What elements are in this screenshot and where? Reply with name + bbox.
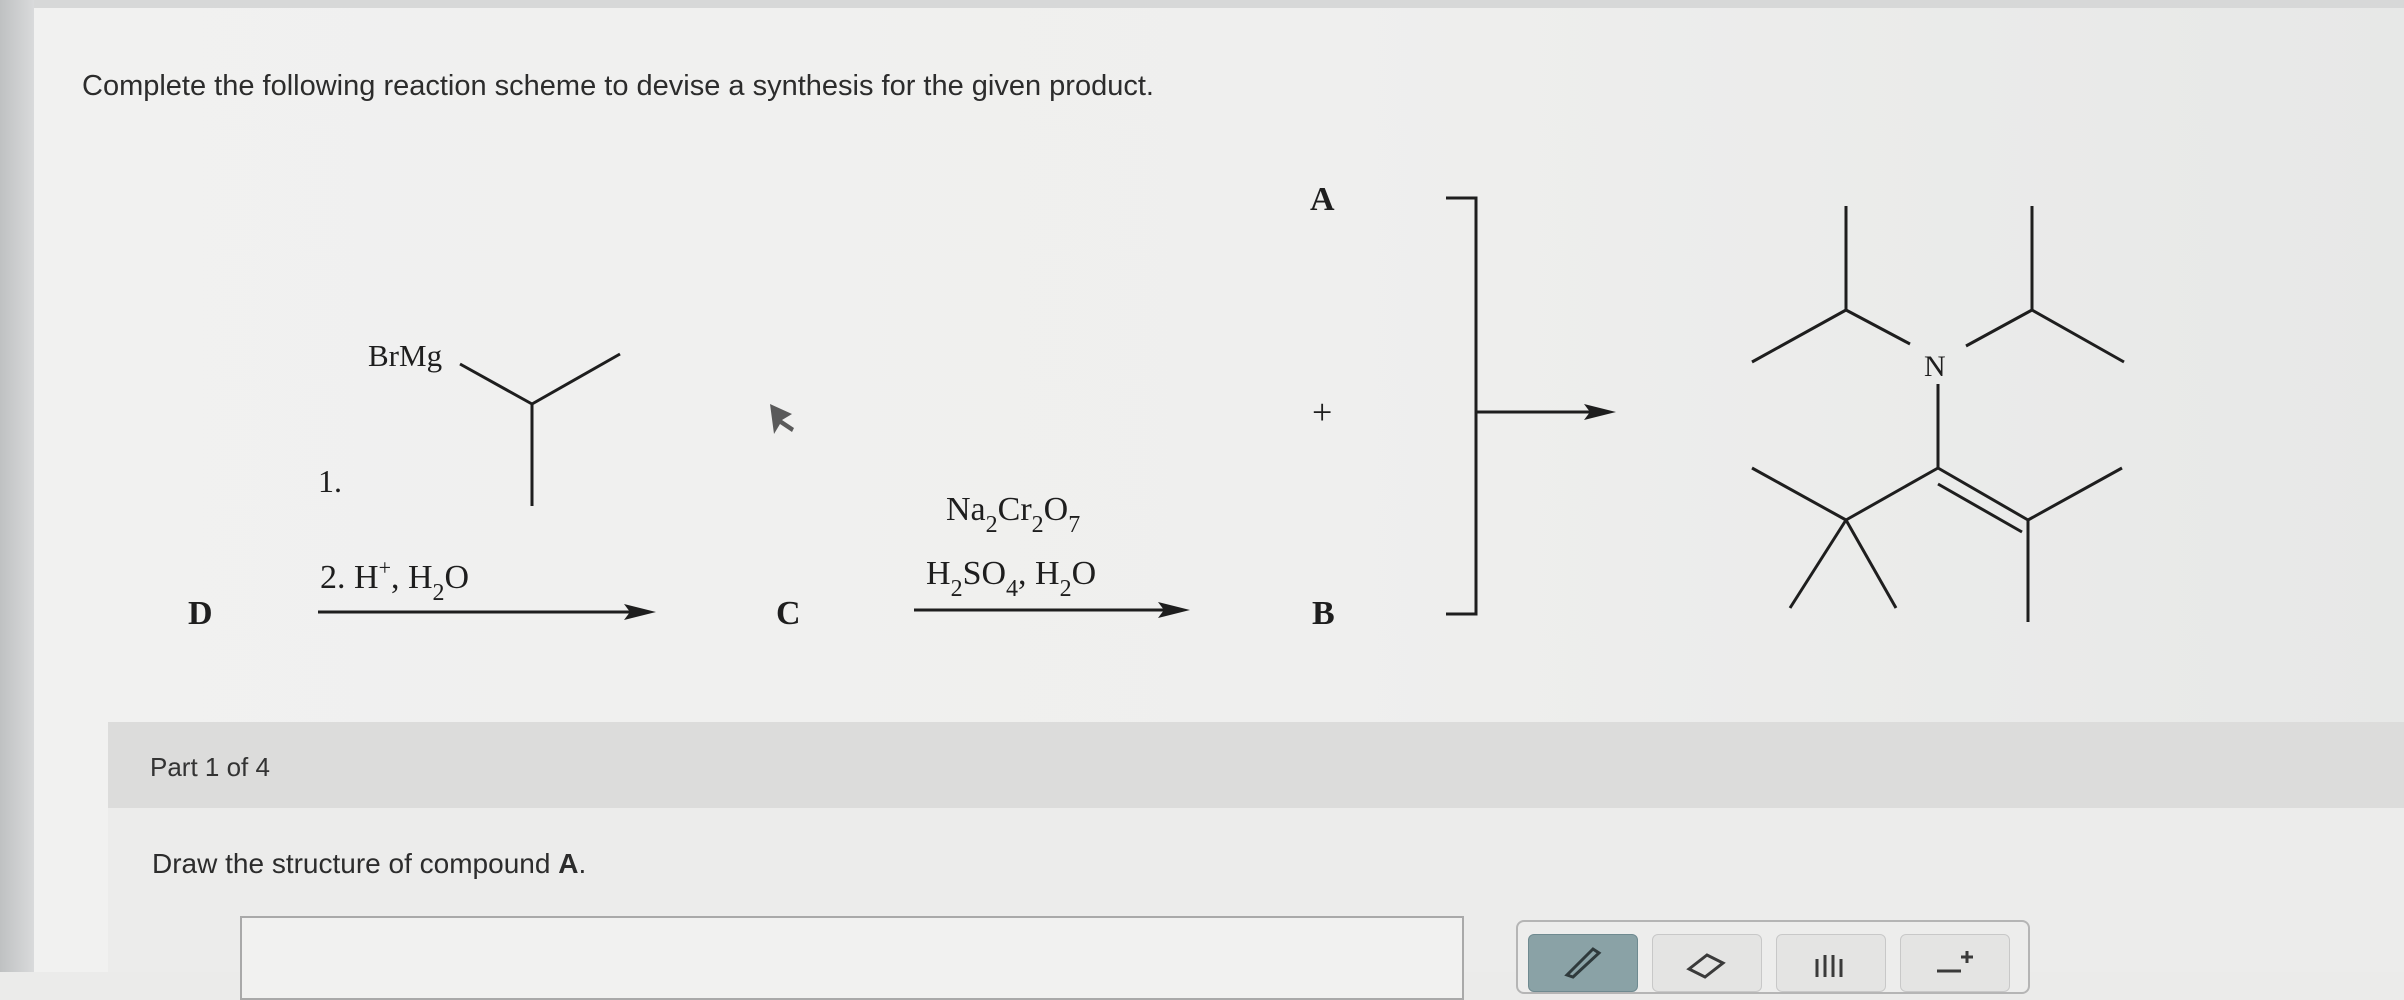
step1-number: 1. [318, 463, 342, 499]
step2-reagent: 2. H+, H2O [320, 555, 469, 606]
plus-sign: + [1312, 392, 1332, 432]
compound-d-label: D [188, 595, 213, 632]
cursor-icon [770, 404, 794, 434]
compound-c-label: C [776, 595, 801, 632]
hand-icon [1815, 955, 1843, 977]
pencil-icon [1564, 947, 1602, 979]
structure-drawing-area[interactable] [240, 916, 1464, 1000]
enamine-product-structure [1751, 206, 2125, 622]
eraser-tool-button[interactable] [1652, 934, 1762, 992]
part-prompt: Draw the structure of compound A. [152, 848, 587, 879]
add-structure-icon [1937, 951, 1973, 973]
isopropyl-structure [459, 352, 621, 506]
reaction-scheme: D BrMg 1. 2. H+, H2O C Na2Cr2O7 H2SO4, H… [188, 181, 2125, 632]
part-header: Part 1 of 4 [108, 722, 2404, 808]
add-structure-tool-button[interactable] [1900, 934, 2010, 992]
drawing-toolbar [1516, 920, 2030, 994]
arrow-1 [318, 604, 656, 620]
nitrogen-atom-label: N [1924, 350, 1946, 383]
part-label: Part 1 of 4 [150, 752, 270, 782]
part-body: Draw the structure of compound A. [108, 808, 2404, 1000]
compound-b-label: B [1312, 595, 1335, 632]
eraser-icon [1686, 953, 1726, 979]
hand-tool-button[interactable] [1776, 934, 1886, 992]
compound-a-label: A [1310, 181, 1335, 218]
oxidant-line-1: Na2Cr2O7 [946, 491, 1080, 538]
combine-bracket [1446, 196, 1596, 616]
grignard-label: BrMg [368, 338, 442, 373]
pencil-tool-button[interactable] [1528, 934, 1638, 992]
oxidant-line-2: H2SO4, H2O [926, 555, 1096, 602]
arrow-2 [914, 602, 1190, 618]
